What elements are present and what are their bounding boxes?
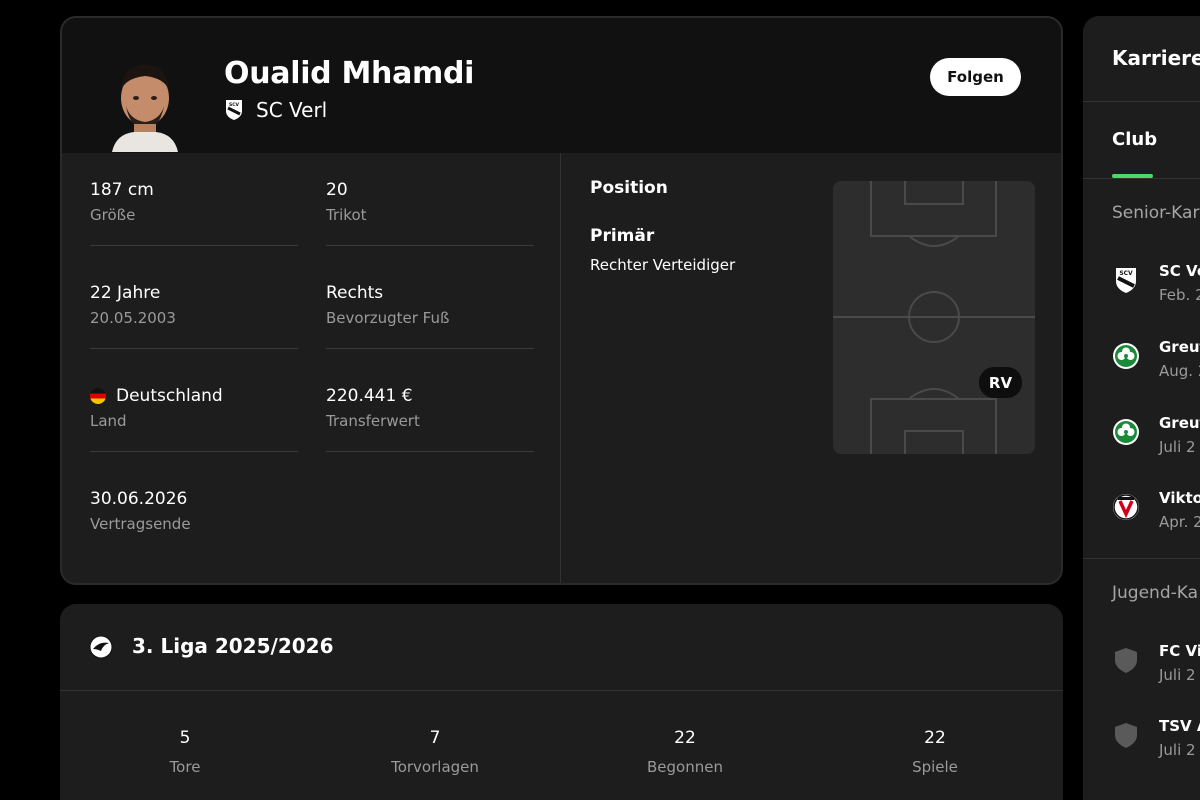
- career-club-name: Viktor: [1159, 489, 1200, 507]
- foot-stat: Rechts Bevorzugter Fuß: [326, 256, 534, 349]
- career-club-date: Apr. 2: [1159, 513, 1200, 531]
- starts-stat: 22 Begonnen: [560, 692, 810, 776]
- career-club-name: FC Vi: [1159, 642, 1200, 660]
- career-item-viktoria[interactable]: Viktor Apr. 2: [1112, 489, 1200, 539]
- career-club-name: SC Ve: [1159, 262, 1200, 280]
- player-name: Oualid Mhamdi: [224, 56, 475, 91]
- country-stat: Deutschland Land: [90, 359, 298, 452]
- career-club-date: Juli 2: [1159, 741, 1196, 759]
- market-value-stat: 220.441 € Transferwert: [326, 359, 534, 452]
- shirt-stat: 20 Trikot: [326, 153, 534, 246]
- career-item-greuther-2[interactable]: Greut Juli 2: [1112, 414, 1200, 464]
- height-label: Größe: [90, 206, 136, 224]
- career-club-date: Juli 2: [1159, 438, 1196, 456]
- league-header[interactable]: 3. Liga 2025/2026: [60, 604, 1063, 691]
- assists-value: 7: [429, 728, 441, 748]
- shield-placeholder-icon: [1115, 723, 1137, 748]
- country-label: Land: [90, 412, 127, 430]
- market-value: 220.441 €: [326, 386, 413, 406]
- contract-stat: 30.06.2026 Vertragsende: [90, 462, 298, 555]
- starts-label: Begonnen: [647, 758, 723, 776]
- shield-placeholder-icon: [1115, 648, 1137, 673]
- league-stats-row: 5 Tore 7 Torvorlagen 22 Begonnen 22 Spie…: [60, 692, 1063, 800]
- age-value: 22 Jahre: [90, 283, 161, 303]
- height-stat: 187 cm Größe: [90, 153, 298, 246]
- profile-header: Oualid Mhamdi SCV SC Verl Folgen: [62, 18, 1061, 153]
- contract-value: 30.06.2026: [90, 489, 188, 509]
- cloverleaf-logo-icon: [1113, 419, 1139, 445]
- shirt-value: 20: [326, 180, 348, 200]
- birthdate-label: 20.05.2003: [90, 309, 176, 327]
- age-stat: 22 Jahre 20.05.2003: [90, 256, 298, 349]
- pitch-diagram: [833, 181, 1035, 454]
- cloverleaf-logo-icon: [1113, 343, 1139, 369]
- starts-value: 22: [674, 728, 696, 748]
- sc-verl-logo-icon: SCV: [226, 100, 242, 120]
- player-page: Oualid Mhamdi SCV SC Verl Folgen 187 cm …: [0, 0, 1200, 800]
- market-value-label: Transferwert: [326, 412, 420, 430]
- club-link[interactable]: SCV SC Verl: [224, 98, 327, 122]
- height-value: 187 cm: [90, 180, 154, 200]
- player-profile-card: Oualid Mhamdi SCV SC Verl Folgen 187 cm …: [60, 16, 1063, 585]
- goals-stat: 5 Tore: [60, 692, 310, 776]
- league-stats-card: 3. Liga 2025/2026 5 Tore 7 Torvorlagen 2…: [60, 604, 1063, 800]
- career-club-date: Juli 2: [1159, 666, 1196, 684]
- viktoria-logo-icon: [1113, 494, 1139, 520]
- contract-label: Vertragsende: [90, 515, 191, 533]
- country-value: Deutschland: [116, 386, 223, 406]
- position-badge: RV: [979, 367, 1022, 398]
- career-divider: [1083, 101, 1200, 102]
- career-item-youth-1[interactable]: FC Vi Juli 2: [1112, 642, 1200, 692]
- league-logo-icon: [89, 635, 113, 659]
- position-section: Position Primär Rechter Verteidiger: [590, 178, 810, 274]
- career-club-name: TSV A: [1159, 717, 1200, 735]
- goals-value: 5: [179, 728, 191, 748]
- svg-text:SCV: SCV: [229, 102, 240, 108]
- career-title: Karriere: [1112, 46, 1200, 70]
- assists-stat: 7 Torvorlagen: [310, 692, 560, 776]
- career-club-date: Aug. 2: [1159, 362, 1200, 380]
- player-avatar: [112, 58, 178, 152]
- assists-label: Torvorlagen: [391, 758, 479, 776]
- germany-flag-icon: [90, 388, 106, 404]
- career-divider: [1083, 178, 1200, 179]
- career-item-sc-verl[interactable]: SCV SC Ve Feb. 2: [1112, 262, 1200, 312]
- shirt-label: Trikot: [326, 206, 367, 224]
- career-item-greuther-1[interactable]: Greut Aug. 2: [1112, 338, 1200, 388]
- career-card: Karriere Club Senior-Kar SCV SC Ve Feb. …: [1083, 16, 1200, 800]
- svg-text:SCV: SCV: [1119, 270, 1133, 277]
- player-details: 187 cm Größe 20 Trikot 22 Jahre 20.05.20…: [62, 153, 561, 583]
- career-divider: [1083, 558, 1200, 559]
- career-item-youth-2[interactable]: TSV A Juli 2: [1112, 717, 1200, 767]
- career-club-date: Feb. 2: [1159, 286, 1200, 304]
- primary-position-label: Primär: [590, 226, 655, 246]
- club-name: SC Verl: [256, 98, 328, 122]
- sc-verl-logo-icon: SCV: [1116, 268, 1136, 293]
- follow-button[interactable]: Folgen: [930, 58, 1021, 96]
- career-club-name: Greut: [1159, 338, 1200, 356]
- career-club-name: Greut: [1159, 414, 1200, 432]
- matches-value: 22: [924, 728, 946, 748]
- matches-stat: 22 Spiele: [810, 692, 1060, 776]
- foot-label: Bevorzugter Fuß: [326, 309, 450, 327]
- goals-label: Tore: [169, 758, 201, 776]
- youth-career-heading: Jugend-Ka: [1112, 583, 1199, 603]
- tab-club[interactable]: Club: [1112, 129, 1157, 150]
- position-title: Position: [590, 178, 668, 198]
- matches-label: Spiele: [912, 758, 958, 776]
- senior-career-heading: Senior-Kar: [1112, 203, 1200, 223]
- primary-position-value: Rechter Verteidiger: [590, 256, 736, 274]
- foot-value: Rechts: [326, 283, 384, 303]
- league-title: 3. Liga 2025/2026: [132, 634, 334, 658]
